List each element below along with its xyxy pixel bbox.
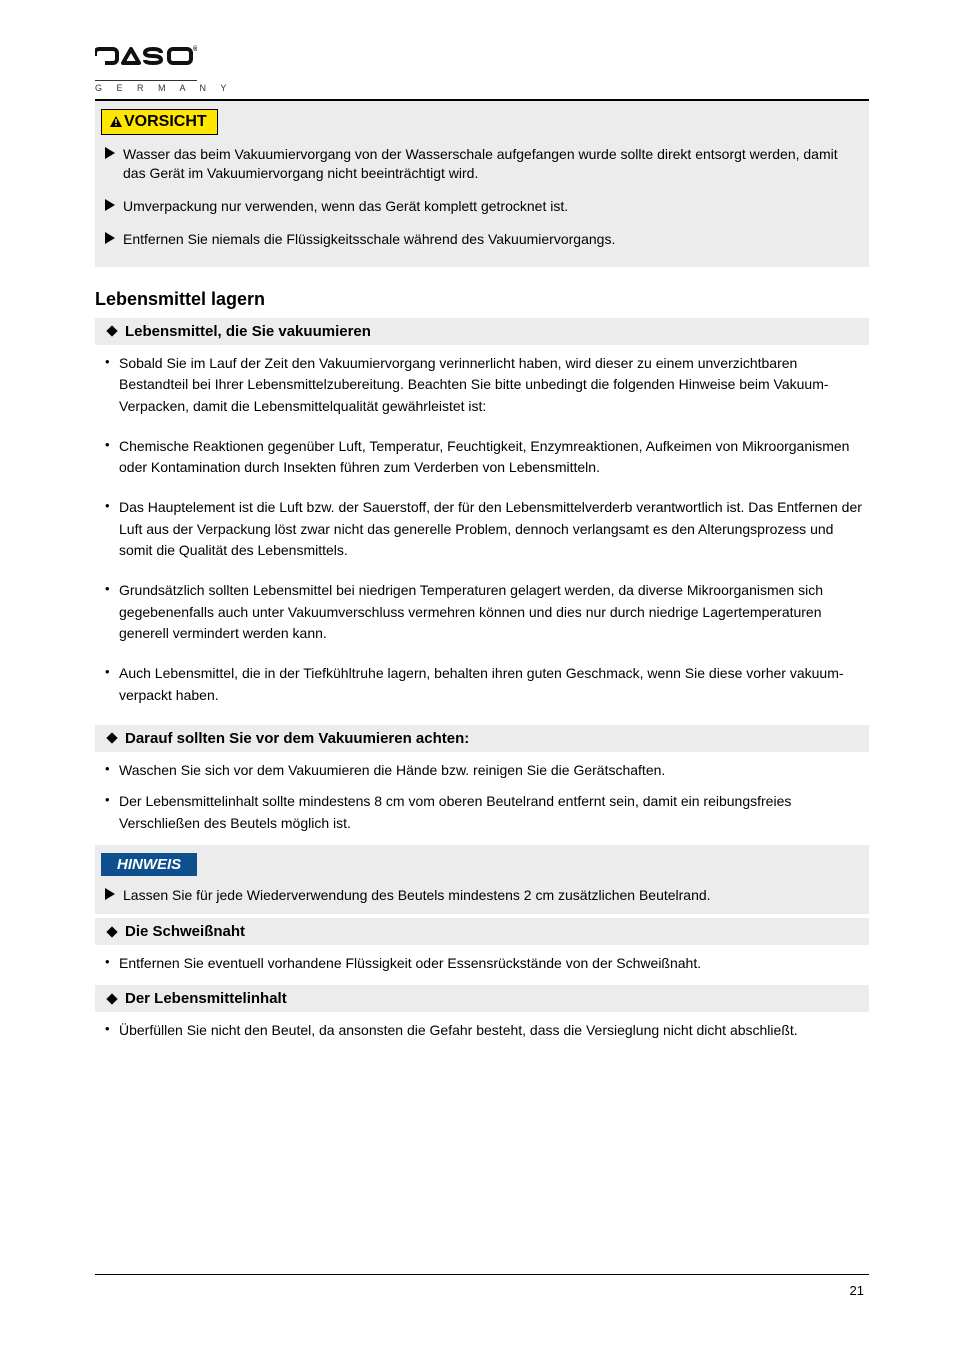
subheading-row: Lebensmittel, die Sie vakuumieren — [95, 318, 869, 345]
page-number: 21 — [850, 1283, 864, 1298]
section-title: Lebensmittel lagern — [95, 289, 869, 310]
diamond-icon — [101, 732, 123, 744]
brand-logo: ® G E R M A N Y — [95, 45, 869, 93]
arrow-icon — [105, 147, 123, 159]
bullet-icon: • — [105, 580, 119, 598]
hinweis-badge: HINWEIS — [101, 853, 197, 876]
subheading-text: Der Lebensmittelinhalt — [125, 990, 287, 1007]
vorsicht-item: Umverpackung nur verwenden, wenn das Ger… — [123, 197, 568, 216]
vorsicht-block: VORSICHT Wasser das beim Vakuumiervorgan… — [95, 101, 869, 267]
diamond-icon — [101, 325, 123, 337]
sec3-list: •Entfernen Sie eventuell vorhandene Flüs… — [95, 945, 869, 975]
arrow-icon — [105, 888, 123, 900]
subheading-row: Darauf sollten Sie vor dem Vakuumieren a… — [95, 725, 869, 752]
bullet-icon: • — [105, 497, 119, 515]
list-item: Chemische Reaktionen gegenüber Luft, Tem… — [119, 436, 869, 479]
vorsicht-label: VORSICHT — [124, 113, 207, 130]
footer-divider — [95, 1274, 869, 1275]
svg-text:®: ® — [193, 45, 197, 53]
bullet-icon: • — [105, 1020, 119, 1038]
list-item: Entfernen Sie eventuell vorhandene Flüss… — [119, 953, 701, 975]
subheading-row: Die Schweißnaht — [95, 918, 869, 945]
sec2-list: •Waschen Sie sich vor dem Vakuumieren di… — [95, 752, 869, 835]
subheading-text: Die Schweißnaht — [125, 923, 245, 940]
list-item: Der Lebensmittelinhalt sollte mindestens… — [119, 791, 869, 834]
hinweis-list: Lassen Sie für jede Wiederverwendung des… — [101, 886, 863, 905]
hinweis-block: HINWEIS Lassen Sie für jede Wiederverwen… — [95, 845, 869, 915]
diamond-icon — [101, 926, 123, 938]
list-item: Das Hauptelement ist die Luft bzw. der S… — [119, 497, 869, 562]
bullet-icon: • — [105, 663, 119, 681]
vorsicht-item: Entfernen Sie niemals die Flüssigkeitssc… — [123, 230, 615, 249]
list-item: Grundsätzlich sollten Lebensmittel bei n… — [119, 580, 869, 645]
sec1-list: •Sobald Sie im Lauf der Zeit den Vakuumi… — [95, 345, 869, 707]
arrow-icon — [105, 199, 123, 211]
vorsicht-list: Wasser das beim Vakuumiervorgang von der… — [101, 145, 863, 249]
bullet-icon: • — [105, 791, 119, 809]
logo-top: ® — [95, 46, 197, 77]
vorsicht-item: Wasser das beim Vakuumiervorgang von der… — [123, 145, 863, 183]
arrow-icon — [105, 232, 123, 244]
list-item: Auch Lebensmittel, die in der Tiefkühltr… — [119, 663, 869, 706]
diamond-icon — [101, 993, 123, 1005]
bullet-icon: • — [105, 760, 119, 778]
subheading-text: Lebensmittel, die Sie vakuumieren — [125, 323, 371, 340]
subheading-text: Darauf sollten Sie vor dem Vakuumieren a… — [125, 730, 469, 747]
list-item: Sobald Sie im Lauf der Zeit den Vakuumie… — [119, 353, 869, 418]
bullet-icon: • — [105, 953, 119, 971]
hinweis-label: HINWEIS — [117, 856, 181, 873]
hinweis-item: Lassen Sie für jede Wiederverwendung des… — [123, 886, 711, 905]
list-item: Waschen Sie sich vor dem Vakuumieren die… — [119, 760, 665, 782]
bullet-icon: • — [105, 353, 119, 371]
subheading-row: Der Lebensmittelinhalt — [95, 985, 869, 1012]
bullet-icon: • — [105, 436, 119, 454]
sec4-list: •Überfüllen Sie nicht den Beutel, da ans… — [95, 1012, 869, 1042]
vorsicht-badge: VORSICHT — [101, 109, 218, 135]
logo-subtext: G E R M A N Y — [95, 83, 869, 93]
list-item: Überfüllen Sie nicht den Beutel, da anso… — [119, 1020, 798, 1042]
